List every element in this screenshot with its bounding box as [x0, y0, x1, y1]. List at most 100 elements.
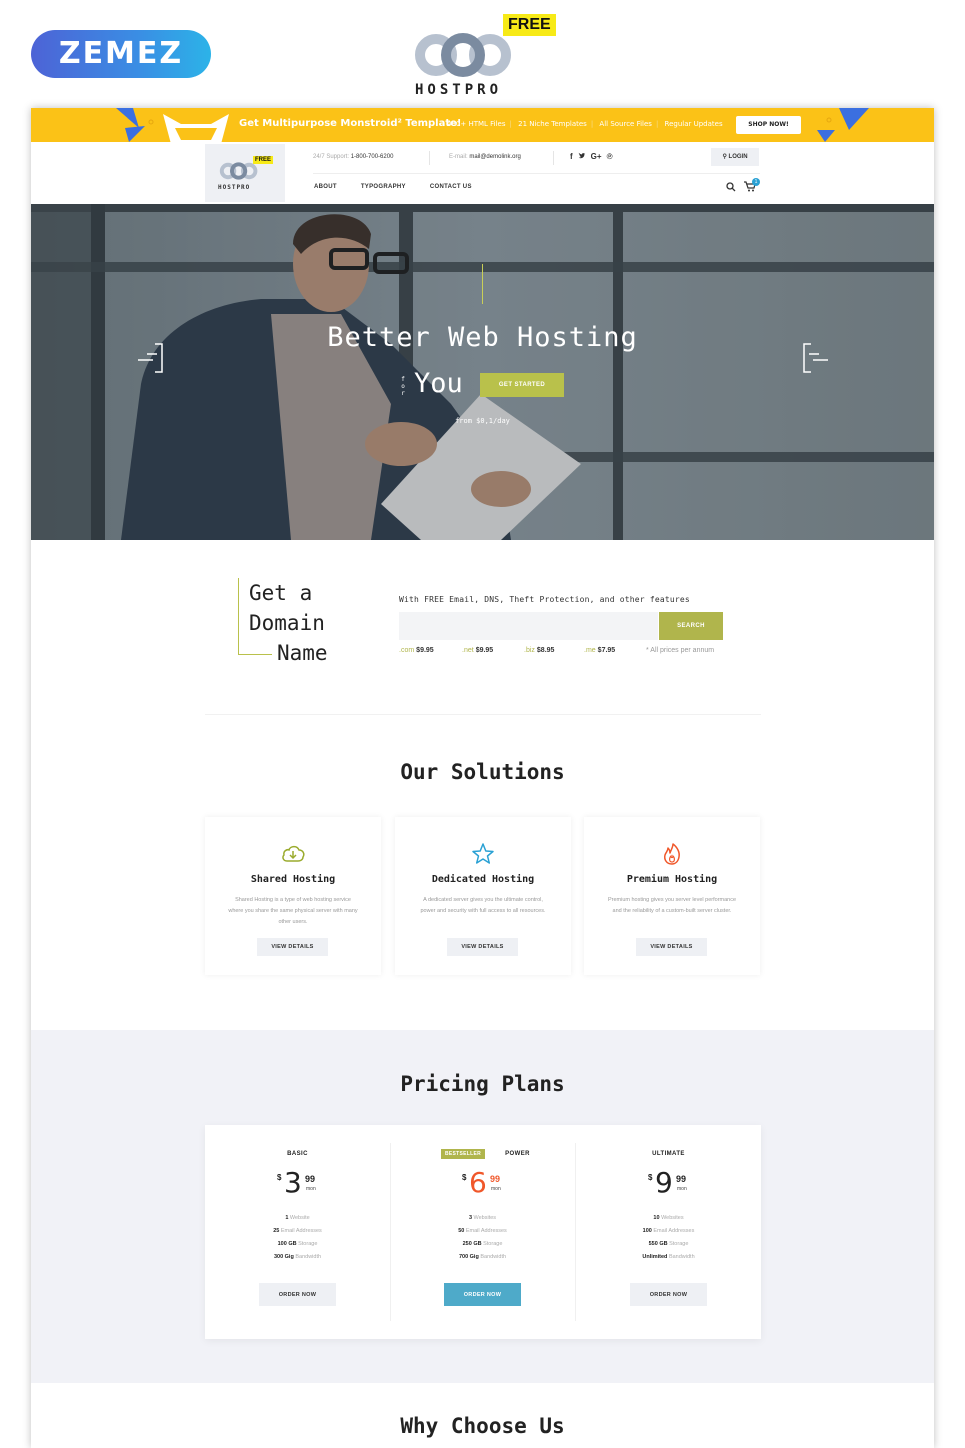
email-info: E-mail: mail@demolink.org	[449, 154, 521, 160]
nav-contact-us[interactable]: CONTACT US	[430, 184, 472, 190]
plan-power: BESTSELLER POWER $ 6 99 mon 3 Websites 5…	[390, 1125, 575, 1339]
hostpro-product-logo: FREE HOSTPRO	[412, 14, 556, 100]
tld-price: .me $7.95	[584, 647, 616, 654]
price-integer: 9	[655, 1166, 673, 1199]
domain-title-bracket	[238, 654, 272, 655]
pricing-title: Pricing Plans	[400, 1072, 565, 1096]
plan-feature: 1 Website	[285, 1215, 310, 1221]
plan-feature: 25 Email Addresses	[273, 1228, 322, 1234]
social-links: f G+ ℗	[570, 152, 612, 162]
hostpro-wordmark: HOSTPRO	[415, 82, 503, 98]
site-logo[interactable]: FREE HOSTPRO	[205, 144, 285, 202]
separator	[429, 151, 430, 165]
facebook-icon[interactable]: f	[570, 152, 573, 162]
price-cents: 99	[305, 1174, 316, 1184]
plan-feature: 700 Gig Bandwidth	[458, 1254, 507, 1260]
plan-feature: 100 Email Addresses	[642, 1228, 695, 1234]
support-phone[interactable]: 1-800-700-6200	[351, 154, 394, 160]
main-nav: ABOUT TYPOGRAPHY CONTACT US	[314, 184, 472, 190]
solution-title: Dedicated Hosting	[431, 874, 535, 885]
plan-name: BASIC	[287, 1151, 308, 1157]
solution-title: Premium Hosting	[626, 874, 718, 885]
price-integer: 3	[284, 1166, 302, 1199]
nav-typography[interactable]: TYPOGRAPHY	[361, 184, 406, 190]
tld-price: .net $9.95	[462, 647, 494, 654]
solution-description: A dedicated server gives you the ultimat…	[420, 897, 546, 914]
plan-feature: 10 Websites	[653, 1215, 684, 1221]
twitter-icon[interactable]	[578, 152, 586, 162]
solutions-title: Our Solutions	[400, 760, 565, 784]
hero-slider: Better Web Hosting for You GET STARTED f…	[31, 204, 934, 540]
view-details-button[interactable]: VIEW DETAILS	[257, 938, 328, 956]
header-divider	[313, 173, 760, 174]
email-link[interactable]: mail@demolink.org	[469, 154, 520, 160]
slider-next-arrow-icon[interactable]	[801, 342, 831, 374]
hero-for-label: for	[401, 376, 405, 397]
nav-about[interactable]: ABOUT	[314, 184, 337, 190]
get-started-button[interactable]: GET STARTED	[480, 373, 564, 397]
monstroid-mascot-icon	[163, 114, 229, 142]
why-choose-us-title: Why Choose Us	[400, 1414, 565, 1438]
domain-title-line: Domain	[249, 611, 325, 635]
promo-headline: Get Multipurpose Monstroid² Template!	[239, 118, 462, 129]
order-now-button[interactable]: ORDER NOW	[444, 1283, 521, 1306]
solution-card-shared: Shared Hosting Shared Hosting is a type …	[205, 817, 381, 975]
price-integer: 6	[469, 1166, 487, 1199]
email-label: E-mail:	[449, 154, 468, 160]
view-details-button[interactable]: VIEW DETAILS	[636, 938, 707, 956]
separator	[553, 151, 554, 165]
price-period: mon	[677, 1186, 687, 1192]
view-details-button[interactable]: VIEW DETAILS	[447, 938, 518, 956]
pinterest-icon[interactable]: ℗	[607, 152, 613, 162]
support-info: 24/7 Support: 1-800-700-6200	[313, 154, 393, 160]
domain-search-button[interactable]: SEARCH	[659, 612, 723, 640]
hero-background-image	[31, 204, 934, 540]
plan-ultimate: ULTIMATE $ 9 99 mon 10 Websites 100 Emai…	[576, 1125, 761, 1339]
hero-price-subtext: from $0,1/day	[455, 417, 510, 425]
hostpro-rings-icon	[415, 33, 511, 77]
fire-icon	[664, 843, 680, 865]
plan-feature: 50 Email Addresses	[458, 1228, 507, 1234]
price-cents: 99	[490, 1174, 501, 1184]
google-plus-icon[interactable]: G+	[591, 152, 602, 162]
hero-headline: Better Web Hosting	[327, 322, 638, 353]
shop-now-button[interactable]: SHOP NOW!	[736, 116, 801, 134]
order-now-button[interactable]: ORDER NOW	[630, 1283, 707, 1306]
promo-feature: All Source Files	[599, 120, 652, 128]
solution-description: Shared Hosting is a type of web hosting …	[228, 897, 358, 925]
domain-lead-text: With FREE Email, DNS, Theft Protection, …	[399, 595, 690, 604]
zemez-logo[interactable]: ZEMEZ	[31, 30, 211, 78]
cart-count-badge: 1	[752, 178, 760, 186]
solution-card-premium: Premium Hosting Premium hosting gives yo…	[584, 817, 760, 975]
tld-price-list: .com $9.95 .net $9.95 .biz $8.95 .me $7.95 *…	[399, 647, 729, 659]
plan-feature: 300 Gig Bandwidth	[273, 1254, 322, 1260]
star-icon	[472, 843, 494, 864]
paper-kite-icon	[116, 108, 154, 142]
login-button[interactable]: ⚲ LOGIN	[711, 148, 759, 166]
site-header: FREE HOSTPRO 24/7 Support: 1-800-700-620…	[31, 142, 934, 204]
hero-headline-you: You	[414, 368, 463, 399]
plan-feature: 250 GB Storage	[462, 1241, 503, 1247]
plan-feature: Unlimited Bandwidth	[642, 1254, 695, 1260]
search-icon[interactable]	[726, 182, 736, 192]
solution-title: Shared Hosting	[250, 874, 336, 885]
section-divider	[205, 714, 761, 715]
plan-feature: 550 GB Storage	[648, 1241, 689, 1247]
tld-price: .com $9.95	[399, 647, 434, 654]
domain-search-input[interactable]	[399, 612, 658, 640]
plan-feature: 3 Websites	[468, 1215, 497, 1221]
promo-feature: Regular Updates	[664, 120, 723, 128]
price-period: mon	[306, 1186, 316, 1192]
solution-card-dedicated: Dedicated Hosting A dedicated server giv…	[395, 817, 571, 975]
promo-banner[interactable]: Get Multipurpose Monstroid² Template! 40…	[31, 108, 934, 142]
support-label: 24/7 Support:	[313, 154, 350, 160]
price-period: mon	[491, 1186, 501, 1192]
paper-kite-icon	[817, 108, 869, 142]
slider-prev-arrow-icon[interactable]	[135, 342, 165, 374]
currency-symbol: $	[648, 1173, 653, 1182]
user-icon: ⚲	[722, 154, 727, 160]
page-frame: Get Multipurpose Monstroid² Template! 40…	[31, 108, 934, 1448]
pricing-table: BASIC $ 3 99 mon 1 Website 25 Email Addr…	[205, 1125, 761, 1339]
currency-symbol: $	[462, 1173, 467, 1182]
order-now-button[interactable]: ORDER NOW	[259, 1283, 336, 1306]
